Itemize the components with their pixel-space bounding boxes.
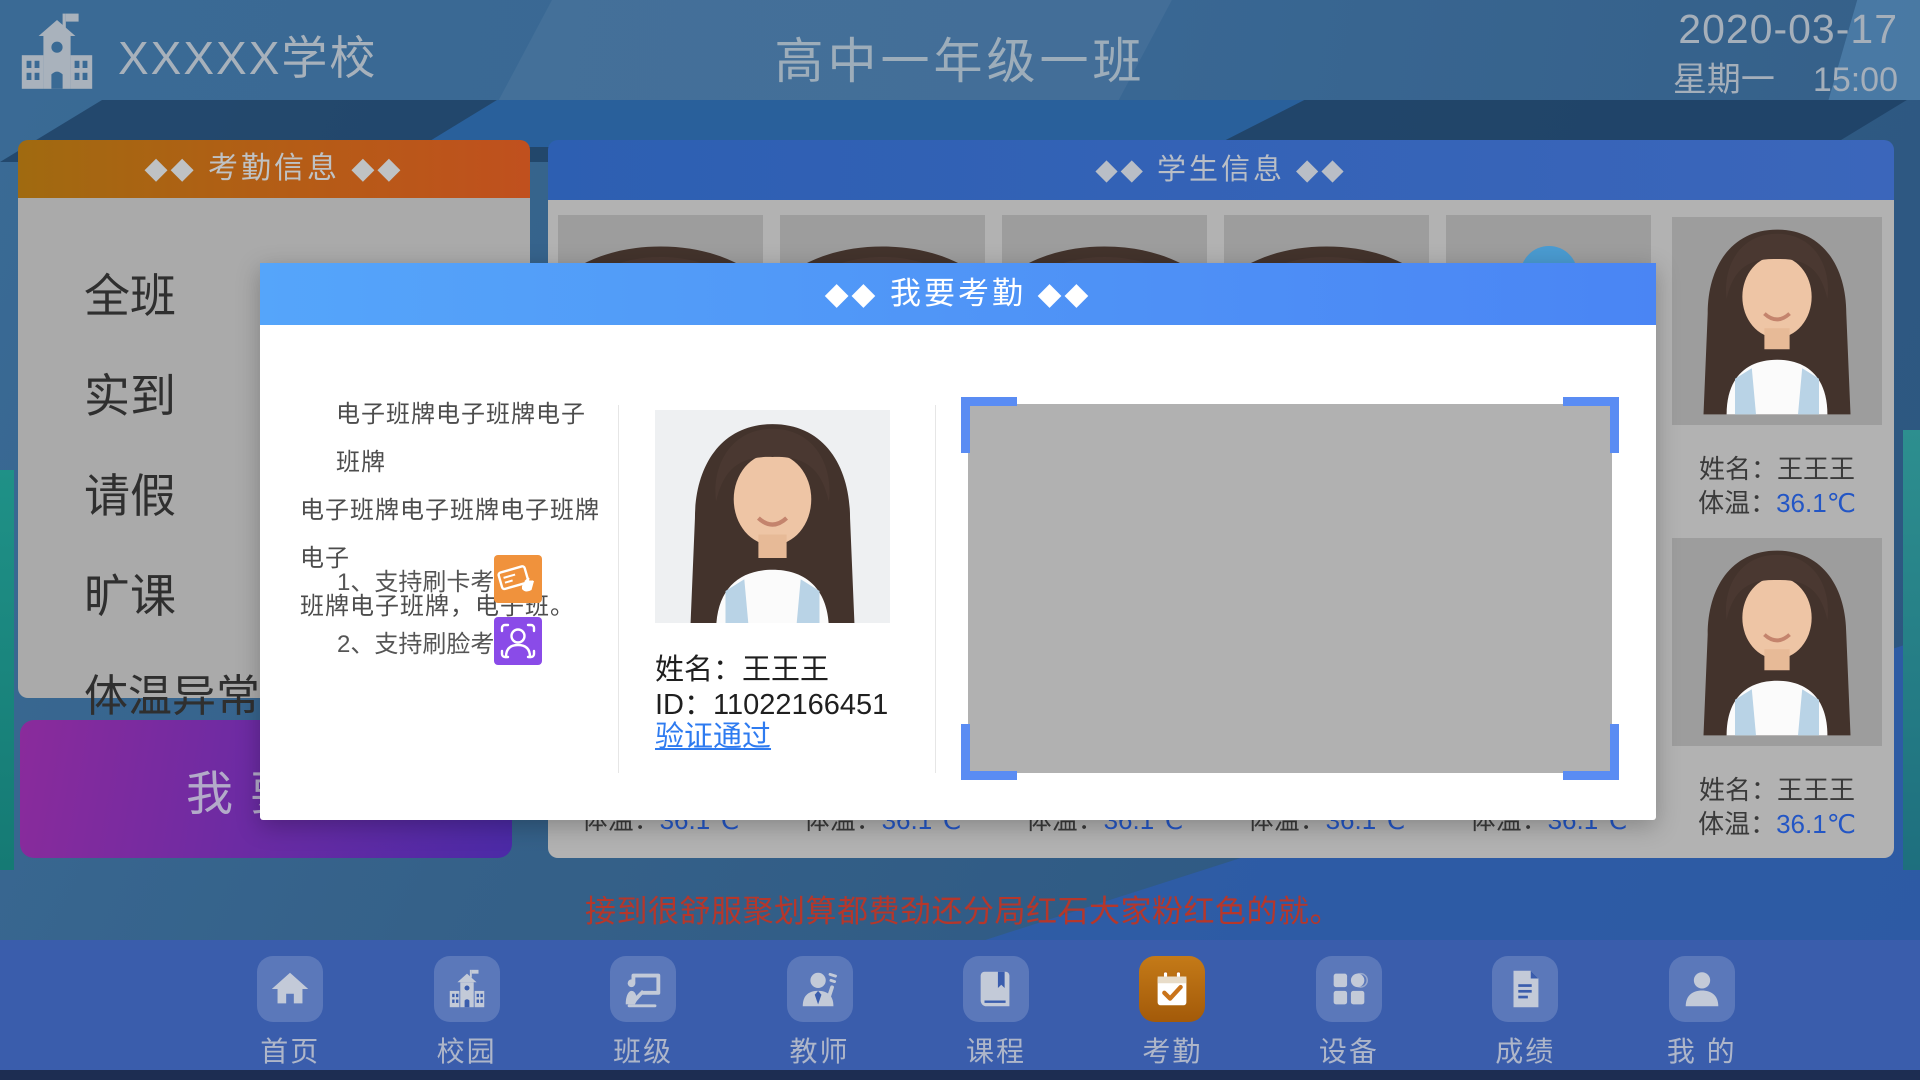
bg-teal-accent-right [1903,430,1920,870]
nav-label: 校园 [437,1030,497,1070]
row-label-char: 实到 [84,360,259,426]
nav-item-class[interactable]: 班级 [555,956,731,1070]
student-card: 姓名：王王王 体温：36.1℃ [1672,538,1882,746]
card-swipe-icon [494,555,542,603]
home-icon [257,956,323,1022]
divider [935,405,936,773]
bottom-nav-strip [0,1070,1920,1080]
divider [618,405,619,773]
notice-marquee: 接到很舒服聚划算都费劲还分局红石大家粉红色的就。 [585,886,1341,931]
temp-label: 体温： [1698,488,1776,518]
nav-label: 设备 [1319,1030,1379,1070]
row-label-char: 全班 [84,260,259,326]
scan-corner-icon [961,724,1017,780]
teacher-icon [787,956,853,1022]
temp-label: 体温： [1698,809,1776,839]
student-card: 姓名：王王王 体温：36.1℃ [1672,217,1882,425]
verify-passed-link[interactable]: 验证通过 [655,713,771,755]
feature-card-attendance: 1、支持刷卡考勤 [337,555,518,603]
attendance-modal: ◆◆ 我要考勤 ◆◆ 电子班牌电子班牌电子班牌 电子班牌电子班牌电子班牌电子 班… [260,263,1656,820]
face-scan-icon [494,617,542,665]
student-temp: 体温：36.1℃ [1672,483,1882,520]
attendance-icon [1139,956,1205,1022]
row-label-char: 请假 [84,460,259,526]
students-panel-title: ◆◆ 学生信息 ◆◆ [548,140,1894,200]
attendance-panel-title: ◆◆ 考勤信息 ◆◆ [18,140,530,198]
student-name: 姓名：王王王 [1672,770,1882,807]
temp-value: 36.1℃ [1776,488,1856,518]
scan-corner-icon [961,397,1017,453]
campus-icon [434,956,500,1022]
profile-icon [1669,956,1735,1022]
nav-label: 班级 [613,1030,673,1070]
nav-item-teacher[interactable]: 教师 [731,956,907,1070]
student-photo [1672,538,1882,746]
nav-item-device[interactable]: 设备 [1261,956,1437,1070]
nav-label: 成绩 [1495,1030,1555,1070]
time-text: 15:00 [1813,61,1898,99]
attendance-row-leave: 请假 [84,460,259,526]
weekday-text: 星期一 [1673,61,1775,99]
score-icon [1492,956,1558,1022]
nav-label: 教师 [790,1030,850,1070]
scan-corner-icon [1563,724,1619,780]
feature-face-attendance: 2、支持刷脸考勤 [337,617,518,665]
nav-item-score[interactable]: 成绩 [1437,956,1613,1070]
nav-label: 考勤 [1142,1030,1202,1070]
course-icon [963,956,1029,1022]
nav-item-course[interactable]: 课程 [908,956,1084,1070]
date-text: 2020-03-17 [1420,6,1898,53]
student-name: 姓名：王王王 [1672,449,1882,486]
student-photo [1672,217,1882,425]
nav-label: 我 的 [1667,1030,1737,1070]
bg-diagonal-bright [420,92,1320,147]
nav-label: 课程 [966,1030,1026,1070]
verified-student-photo [655,410,890,623]
attendance-row-present: 实到 [84,360,259,426]
attendance-row-temp-abnormal: 体温异常 [84,660,260,724]
nav-label: 首页 [260,1030,320,1070]
weekday-time: 星期一 15:00 [1420,52,1898,101]
device-icon [1316,956,1382,1022]
student-temp: 体温：36.1℃ [1672,804,1882,841]
attendance-row-total: 全班 [84,260,259,326]
row-label-char: 旷课 [84,560,259,626]
nav-item-attendance[interactable]: 考勤 [1084,956,1260,1070]
scan-corner-icon [1563,397,1619,453]
description-line: 电子班牌电子班牌电子班牌 [300,391,605,487]
camera-preview-area [968,404,1612,773]
temp-value: 36.1℃ [1776,809,1856,839]
bg-teal-accent-left [0,470,14,870]
attendance-row-absent: 旷课 [84,560,259,626]
nav-item-campus[interactable]: 校园 [378,956,554,1070]
modal-title: ◆◆ 我要考勤 ◆◆ [260,263,1656,325]
nav-item-profile[interactable]: 我 的 [1614,956,1790,1070]
class-icon [610,956,676,1022]
nav-item-home[interactable]: 首页 [202,956,378,1070]
smart-class-board: XXXXX学校 高中一年级一班 2020-03-17 星期一15:00 ◆◆ 考… [0,0,1920,1080]
